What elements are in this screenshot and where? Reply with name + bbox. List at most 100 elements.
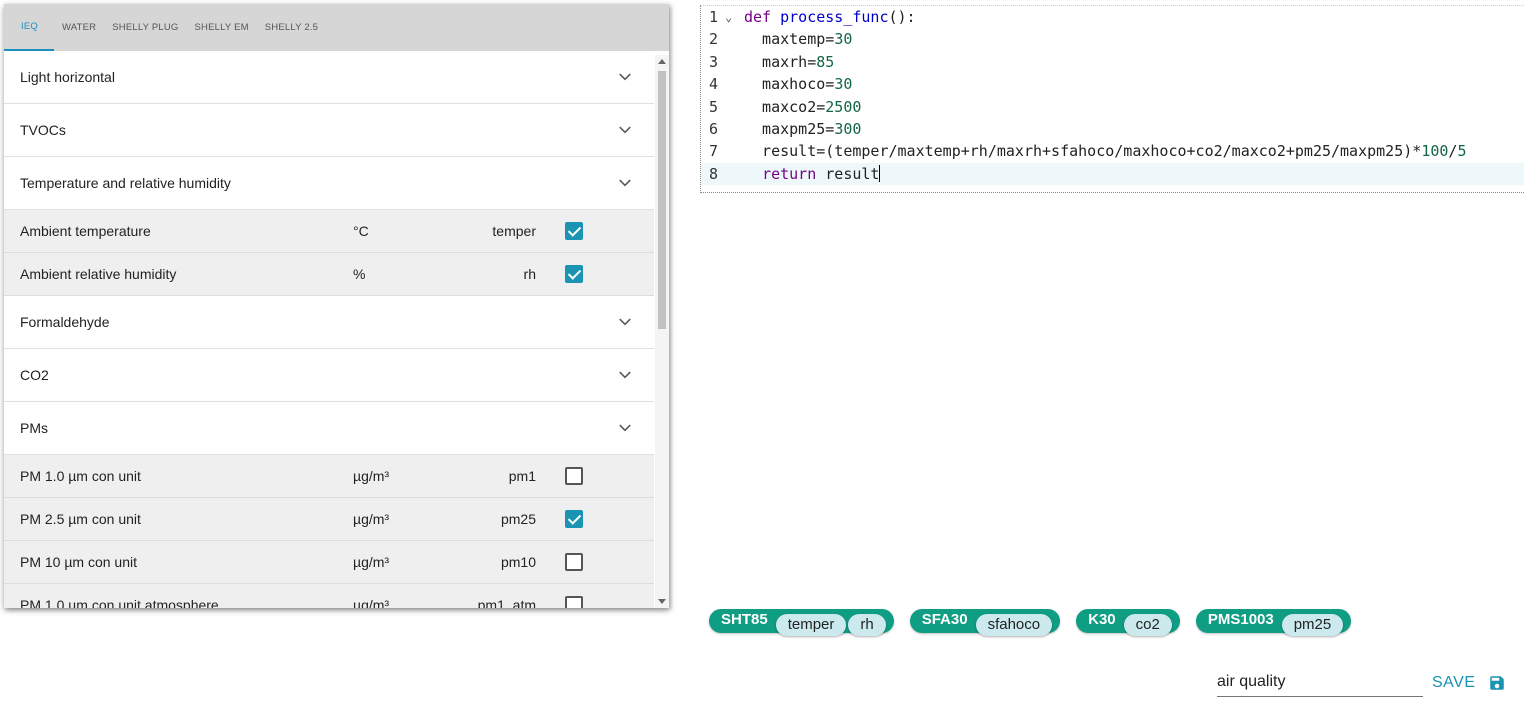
sensor-unit: °C [353,223,369,239]
sensor-checkbox[interactable] [565,467,583,485]
line-number: 5 [709,97,719,116]
variable-pill[interactable]: temper [775,614,847,636]
variable-pill[interactable]: pm25 [1281,614,1344,636]
sensor-label: Ambient temperature [20,223,151,239]
code-line[interactable]: 3 maxrh=85 [701,51,1524,73]
save-button-label: SAVE [1432,674,1476,691]
group-label: Temperature and relative humidity [20,175,231,191]
code-text: maxpm25=300 [744,119,862,138]
sensor-variable: pm10 [500,554,536,570]
scroll-thumb[interactable] [658,71,666,329]
tab-water[interactable]: WATER [54,4,104,51]
sensor-label: PM 1.0 µm con unit [20,468,141,484]
tab-bar: IEQ WATER SHELLY PLUG SHELLY EM SHELLY 2.5 [4,4,669,51]
sensor-row: PM 10 µm con unit µg/m³ pm10 [4,541,654,584]
sensor-checkbox[interactable] [565,596,583,608]
chevron-down-icon[interactable] [618,123,632,137]
sensor-row: Ambient temperature °C temper [4,210,654,253]
sensor-chip-name: PMS1003 [1207,611,1274,628]
code-line[interactable]: 1 ⌄ def process_func(): [701,6,1524,28]
sensor-row: PM 1.0 µm con unit µg/m³ pm1 [4,455,654,498]
tab-shelly-2-5[interactable]: SHELLY 2.5 [257,4,326,51]
scroll-up-arrow[interactable] [658,59,666,64]
sensor-chip[interactable]: SFA30 sfahoco [909,609,1061,636]
sensor-label: Ambient relative humidity [20,266,177,282]
code-line[interactable]: 7 result=(temper/maxtemp+rh/maxrh+sfahoc… [701,140,1524,162]
sensor-label: PM 10 µm con unit [20,554,138,570]
tab-ieq[interactable]: IEQ [4,4,54,51]
sensor-checkbox[interactable] [565,222,583,240]
sensor-label: PM 2.5 µm con unit [20,511,141,527]
sensor-chip-name: SFA30 [921,611,968,628]
sensor-variable: pm25 [500,511,536,527]
sensor-label: PM 1.0 µm con unit atmosphere [20,597,219,608]
line-number: 6 [709,119,719,138]
floppy-disk-icon [1489,676,1504,690]
sensor-chip-bar: SHT85 temper rh SFA30 sfahoco K30 co2 PMS1003 pm… [709,609,1367,636]
variable-pill[interactable]: co2 [1123,614,1172,636]
code-editor[interactable]: 1 ⌄ def process_func(): 2 maxtemp=30 3 maxrh… [700,5,1524,193]
sensor-chip-name: SHT85 [721,611,768,628]
code-line[interactable]: 4 maxhoco=30 [701,73,1524,95]
group-header[interactable]: PMs [4,402,654,455]
sensor-variable: pm1 [508,468,536,484]
code-text: result=(temper/maxtemp+rh/maxrh+sfahoco/… [744,142,1467,161]
tab-shelly-em[interactable]: SHELLY EM [187,4,257,51]
tab-shelly-plug[interactable]: SHELLY PLUG [104,4,186,51]
line-number: 3 [709,52,719,71]
chevron-down-icon[interactable] [618,70,632,84]
group-header[interactable]: Light horizontal [4,51,654,104]
group-label: PMs [20,420,48,436]
sensor-checkbox[interactable] [565,553,583,571]
sensor-row: PM 2.5 µm con unit µg/m³ pm25 [4,498,654,541]
fold-chevron-icon[interactable]: ⌄ [725,6,732,28]
sensor-group-list: Light horizontal TVOCs Temperature and rel… [4,51,654,608]
code-text: maxtemp=30 [744,30,853,49]
code-text: maxco2=2500 [744,97,862,116]
sensor-chip[interactable]: PMS1003 pm25 [1195,609,1352,636]
code-line[interactable]: 5 maxco2=2500 [701,96,1524,118]
group-label: CO2 [20,367,49,383]
sensor-checkbox[interactable] [565,265,583,283]
group-header[interactable]: CO2 [4,349,654,402]
line-number: 7 [709,142,719,161]
group-label: Formaldehyde [20,314,110,330]
sensor-unit: µg/m³ [353,511,390,527]
variable-pill[interactable]: sfahoco [975,614,1053,636]
code-line[interactable]: 8 return result [701,162,1524,186]
sensor-selection-panel: IEQ WATER SHELLY PLUG SHELLY EM SHELLY 2.5 L… [4,4,669,608]
group-header[interactable]: Formaldehyde [4,296,654,349]
sensor-unit: µg/m³ [353,554,390,570]
function-name-input[interactable] [1217,668,1423,697]
chevron-down-icon[interactable] [618,315,632,329]
code-text: return result [762,164,881,183]
code-line[interactable]: 2 maxtemp=30 [701,28,1524,50]
sensor-checkbox[interactable] [565,510,583,528]
sensor-chip[interactable]: SHT85 temper rh [709,609,894,636]
group-header[interactable]: Temperature and relative humidity [4,157,654,210]
sensor-chip[interactable]: K30 co2 [1076,609,1180,636]
sensor-variable: rh [523,266,536,282]
code-text: maxhoco=30 [744,75,853,94]
line-number: 2 [709,30,719,49]
chevron-down-icon[interactable] [618,368,632,382]
sensor-chip-name: K30 [1088,611,1116,628]
chevron-down-icon[interactable] [618,176,632,190]
sensor-unit: % [353,266,366,282]
line-number: 4 [709,75,719,94]
group-header[interactable]: TVOCs [4,104,654,157]
sensor-variable: pm1_atm [477,597,536,608]
sensor-variable: temper [492,223,536,239]
scroll-down-arrow[interactable] [658,599,666,604]
sensor-row: Ambient relative humidity% rh [4,253,654,296]
code-text: maxrh=85 [744,52,835,71]
line-number: 8 [709,164,719,183]
sensor-row: PM 1.0 µm con unit atmosphere µg/m³ pm1_at… [4,584,654,608]
code-line[interactable]: 6 maxpm25=300 [701,118,1524,140]
panel-scrollbar[interactable] [655,55,669,608]
sensor-unit: µg/m³ [353,468,390,484]
save-button[interactable]: SAVE [1432,670,1506,696]
chevron-down-icon[interactable] [618,421,632,435]
variable-pill[interactable]: rh [848,614,886,636]
code-text: def process_func(): [744,8,916,26]
